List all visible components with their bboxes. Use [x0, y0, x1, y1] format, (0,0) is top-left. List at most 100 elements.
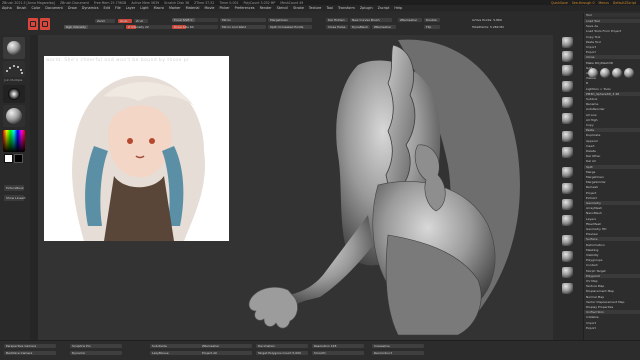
subtool-thumb-2[interactable] — [600, 68, 610, 78]
tool-row-15[interactable]: Subtool — [584, 97, 640, 101]
texture-thumbnail[interactable] — [3, 105, 25, 127]
transp-button[interactable] — [562, 251, 573, 262]
subtool-thumb-3[interactable] — [612, 68, 622, 78]
zadd-button[interactable]: Zadd — [95, 19, 115, 23]
tool-row-40[interactable]: Geometry HD — [584, 227, 640, 231]
secondary-color-swatch[interactable] — [14, 154, 23, 163]
tool-row-1[interactable]: Save As — [584, 24, 640, 28]
tool-row-19[interactable]: All High — [584, 118, 640, 122]
menu-light[interactable]: Light — [140, 6, 148, 10]
focal-shift-slider[interactable]: Focal Shift 0 — [172, 18, 218, 22]
menu-stencil[interactable]: Stencil — [277, 6, 288, 10]
draw-size-slider[interactable]: Draw Size 64 — [172, 25, 218, 29]
frame-button[interactable] — [562, 167, 573, 178]
menu-draw[interactable]: Draw — [68, 6, 77, 10]
double-button[interactable]: Double — [424, 18, 440, 22]
reference-image[interactable]: world. She's cheerful and won't be bound… — [44, 56, 229, 241]
zremesher-top-button[interactable]: ZRemesher — [398, 18, 422, 22]
bottom-control-3[interactable]: Dynamic — [70, 351, 122, 355]
tool-row-43[interactable]: Deformation — [584, 243, 640, 247]
tool-row-41[interactable]: Preview — [584, 232, 640, 236]
tool-row-24[interactable]: Insert — [584, 144, 640, 148]
menu-movie[interactable]: Movie — [204, 6, 214, 10]
bottom-control-1[interactable]: Backface Camera — [4, 351, 56, 355]
dynamesh-button[interactable]: DynaMesh — [350, 25, 370, 29]
tool-row-0[interactable]: Load Tool — [584, 19, 640, 23]
menu-texture[interactable]: Texture — [309, 6, 321, 10]
z-intensity-slider[interactable]: Z Intensity 22 — [126, 25, 172, 29]
tool-row-47[interactable]: Contact — [584, 263, 640, 267]
draw-mode-button[interactable] — [40, 18, 50, 30]
new-curves-button[interactable]: New Curves Brush — [350, 18, 392, 22]
bottom-control-5[interactable]: LazyMouse — [150, 351, 202, 355]
menu-preferences[interactable]: Preferences — [235, 6, 255, 10]
tool-row-38[interactable]: Layers — [584, 217, 640, 221]
tool-row-16[interactable]: Rename — [584, 102, 640, 106]
menus-toggle[interactable]: Menus — [599, 1, 609, 5]
close-holes-button[interactable]: Close Holes — [326, 25, 348, 29]
rgb-intensity-slider[interactable]: Rgb Intensity — [64, 25, 124, 29]
tool-row-21[interactable]: Paste — [584, 128, 640, 133]
bpr-button[interactable] — [562, 37, 573, 48]
menu-zplugin[interactable]: Zplugin — [360, 6, 373, 10]
edit-mode-button[interactable] — [28, 18, 38, 30]
tool-row-25[interactable]: Delete — [584, 149, 640, 153]
mirror-weld-button[interactable]: Mirror And Weld — [220, 25, 266, 29]
zcut-button[interactable]: Zcut — [134, 19, 148, 23]
alpha-thumbnail[interactable] — [3, 85, 25, 103]
tool-row-56[interactable]: Unified Skin — [584, 310, 640, 315]
bottom-control-13[interactable]: Reconstruct — [372, 351, 424, 355]
tool-row-2[interactable]: Load Tools From Project — [584, 29, 640, 33]
flip-button[interactable]: Flip — [424, 25, 440, 29]
menu-alpha[interactable]: Alpha — [2, 6, 12, 10]
tool-row-50[interactable]: UV Map — [584, 279, 640, 283]
tool-row-48[interactable]: Morph Target — [584, 269, 640, 273]
tool-row-46[interactable]: Polygroups — [584, 258, 640, 262]
see-through-slider[interactable]: See-through 0 — [572, 1, 595, 5]
subtool-thumb-1[interactable] — [588, 68, 598, 78]
tool-row-36[interactable]: ArrayMesh — [584, 206, 640, 210]
tool-row-30[interactable]: MergeDown — [584, 175, 640, 179]
bottom-control-11[interactable]: Smooth — [312, 351, 364, 355]
menu-tool[interactable]: Tool — [326, 6, 333, 10]
split-unmasked-button[interactable]: Split Unmasked Points — [268, 25, 312, 29]
tool-row-7[interactable]: Clone — [584, 55, 640, 60]
bottom-control-8[interactable]: Decimation — [256, 344, 308, 348]
spix-button[interactable] — [562, 51, 573, 62]
menu-file[interactable]: File — [115, 6, 121, 10]
main-color-swatch[interactable] — [4, 154, 13, 163]
default-zscript-button[interactable]: DefaultZScript — [613, 1, 636, 5]
tool-row-6[interactable]: Export — [584, 50, 640, 54]
menu-material[interactable]: Material — [186, 6, 200, 10]
tool-row-3[interactable]: Copy Tool — [584, 35, 640, 39]
tool-row-20[interactable]: Copy — [584, 123, 640, 127]
tool-row-33[interactable]: Project — [584, 191, 640, 195]
xpose-button[interactable] — [562, 283, 573, 294]
floor-button[interactable] — [562, 147, 573, 158]
tool-row-22[interactable]: Duplicate — [584, 133, 640, 137]
tool-header[interactable]: Tool — [584, 13, 640, 17]
tool-row-45[interactable]: Visibility — [584, 253, 640, 257]
tool-row-28[interactable]: Split — [584, 164, 640, 169]
bottom-control-10[interactable]: Resolution 128 — [312, 344, 364, 348]
tool-row-27[interactable]: Del All — [584, 159, 640, 163]
tool-row-17[interactable]: AutoReorder — [584, 107, 640, 111]
menu-help[interactable]: Help — [394, 6, 402, 10]
actual-button[interactable] — [562, 97, 573, 108]
tool-row-35[interactable]: Geometry — [584, 201, 640, 205]
tool-row-13[interactable]: Lightbox > Tools — [584, 87, 640, 91]
menu-dynamics[interactable]: Dynamics — [82, 6, 99, 10]
tool-row-23[interactable]: Append — [584, 139, 640, 143]
menu-brush[interactable]: Brush — [17, 6, 27, 10]
tool-row-31[interactable]: MergeSimilar — [584, 180, 640, 184]
tool-row-52[interactable]: Displacement Map — [584, 289, 640, 293]
tool-row-55[interactable]: Display Properties — [584, 305, 640, 309]
tool-row-5[interactable]: Import — [584, 45, 640, 49]
color-picker[interactable] — [3, 130, 25, 152]
menu-document[interactable]: Document — [45, 6, 63, 10]
show-lineart-button[interactable]: Show Lineart — [4, 195, 26, 201]
rotate-button[interactable] — [562, 215, 573, 226]
bottom-control-9[interactable]: Target Polygons Count 5,000 — [256, 351, 308, 355]
zsub-button[interactable]: Zsub — [118, 19, 132, 23]
bottom-control-7[interactable]: Project All — [200, 351, 252, 355]
